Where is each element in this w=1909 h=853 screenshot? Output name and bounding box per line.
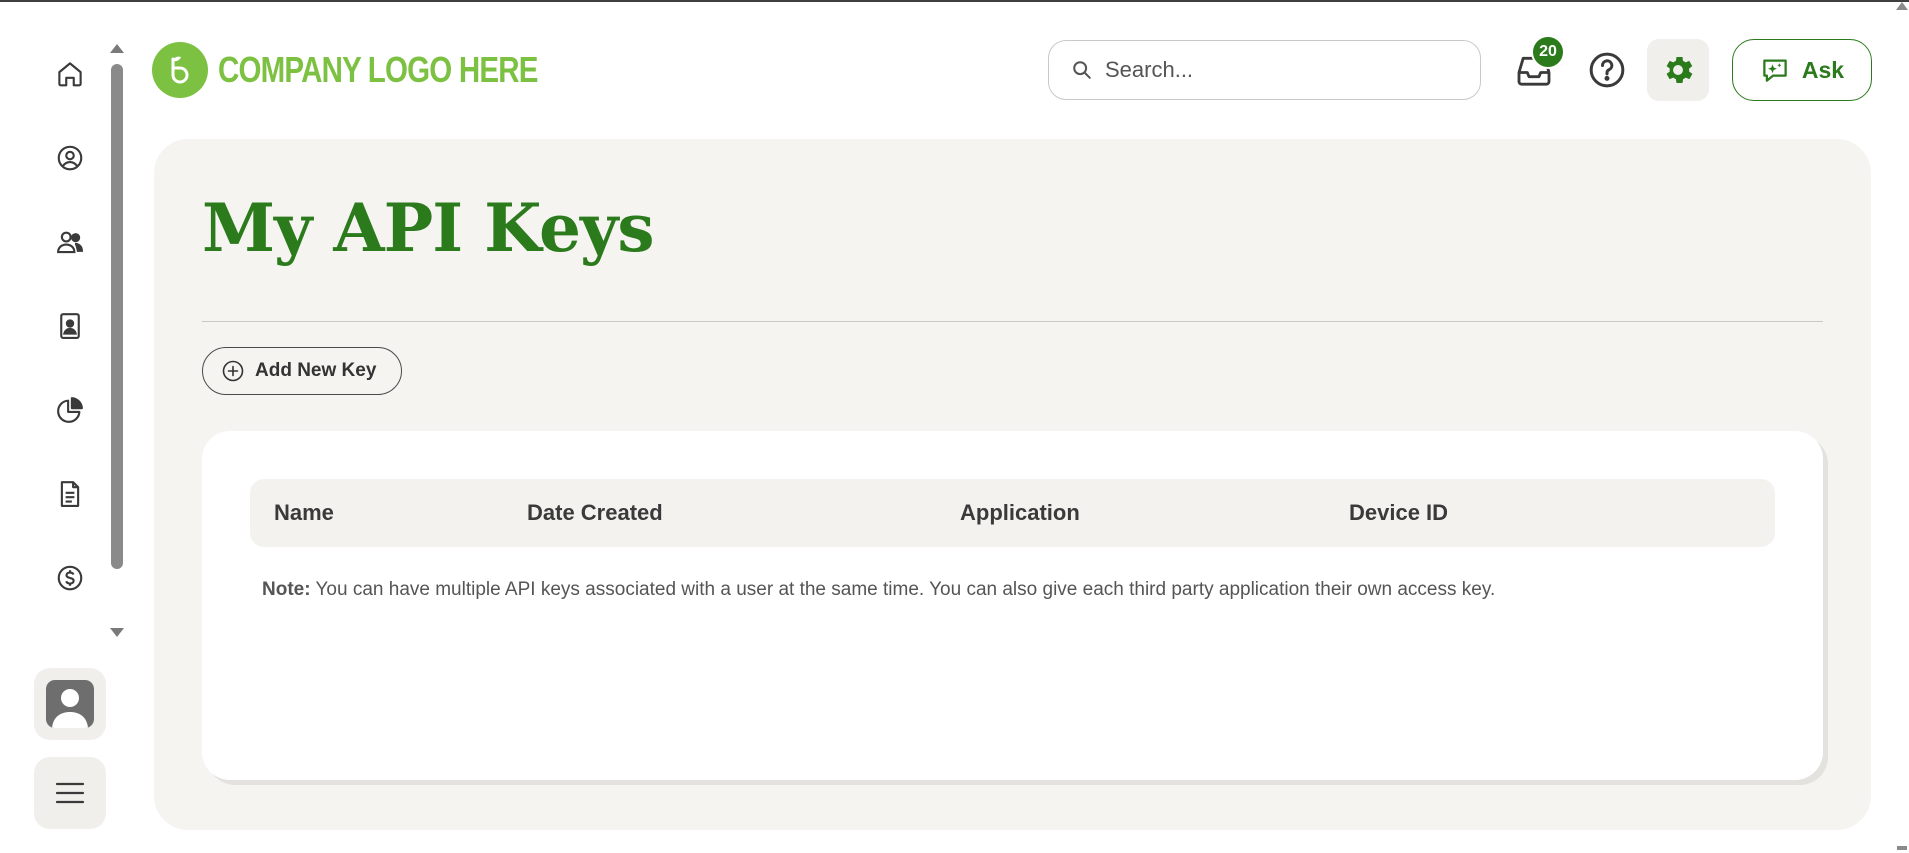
note-text: You can have multiple API keys associate… bbox=[315, 579, 1496, 600]
avatar bbox=[46, 680, 94, 728]
sidebar-item-users[interactable] bbox=[50, 222, 90, 262]
sidebar bbox=[0, 0, 140, 853]
settings-button[interactable] bbox=[1647, 39, 1709, 101]
table-header-row: Name Date Created Application Device ID bbox=[250, 479, 1775, 547]
logo-mark-icon bbox=[152, 42, 208, 98]
sidebar-item-home[interactable] bbox=[50, 54, 90, 94]
user-circle-icon bbox=[57, 145, 83, 171]
ask-button[interactable]: Ask bbox=[1732, 39, 1872, 101]
sidebar-scroll-down-arrow[interactable] bbox=[110, 628, 124, 637]
sidebar-scroll-up-arrow[interactable] bbox=[110, 44, 124, 53]
api-keys-note: Note: You can have multiple API keys ass… bbox=[262, 579, 1495, 601]
help-button[interactable] bbox=[1583, 46, 1631, 94]
column-header-name[interactable]: Name bbox=[274, 479, 334, 547]
main-menu-button[interactable] bbox=[34, 757, 106, 829]
note-label: Note: bbox=[262, 579, 311, 600]
sidebar-item-documents[interactable] bbox=[50, 474, 90, 514]
add-new-key-button[interactable]: Add New Key bbox=[202, 347, 402, 395]
sidebar-scrollbar-thumb[interactable] bbox=[111, 64, 123, 569]
page-title: My API Keys bbox=[202, 189, 654, 267]
home-icon bbox=[58, 62, 82, 87]
search-box[interactable] bbox=[1048, 40, 1481, 100]
column-header-device-id[interactable]: Device ID bbox=[1349, 479, 1448, 547]
sidebar-item-profile[interactable] bbox=[50, 138, 90, 178]
search-input[interactable] bbox=[1105, 57, 1465, 83]
company-logo[interactable]: COMPANY LOGO HERE bbox=[152, 40, 608, 100]
users-icon bbox=[57, 231, 83, 254]
document-icon bbox=[60, 481, 80, 507]
gear-icon bbox=[1666, 56, 1693, 84]
person-icon bbox=[52, 689, 88, 728]
dollar-circle-icon bbox=[57, 565, 83, 591]
window-top-border bbox=[0, 0, 1909, 2]
api-keys-card: Name Date Created Application Device ID … bbox=[202, 431, 1823, 780]
page-scroll-down-arrow[interactable] bbox=[1897, 846, 1907, 850]
sidebar-item-contacts[interactable] bbox=[50, 306, 90, 346]
contact-card-icon bbox=[60, 313, 80, 339]
column-header-application[interactable]: Application bbox=[960, 479, 1080, 547]
ask-button-label: Ask bbox=[1801, 56, 1845, 83]
sidebar-item-reports[interactable] bbox=[50, 390, 90, 430]
title-divider bbox=[202, 321, 1823, 322]
hamburger-menu-icon bbox=[55, 782, 85, 804]
search-icon bbox=[1073, 61, 1091, 79]
main-content-panel: My API Keys Add New Key Name Date Create… bbox=[154, 139, 1871, 830]
add-new-key-label: Add New Key bbox=[255, 360, 377, 381]
user-avatar-button[interactable] bbox=[34, 668, 106, 740]
notification-count-badge: 20 bbox=[1531, 35, 1565, 69]
ai-chat-sparkle-icon bbox=[1763, 59, 1787, 82]
help-question-icon bbox=[1589, 52, 1625, 88]
sidebar-item-billing[interactable] bbox=[50, 558, 90, 598]
logo-text: COMPANY LOGO HERE bbox=[218, 49, 538, 90]
column-header-date-created[interactable]: Date Created bbox=[527, 479, 663, 547]
pie-chart-icon bbox=[57, 397, 83, 423]
page-scroll-up-arrow[interactable] bbox=[1896, 2, 1908, 10]
plus-circle-icon bbox=[222, 360, 244, 382]
